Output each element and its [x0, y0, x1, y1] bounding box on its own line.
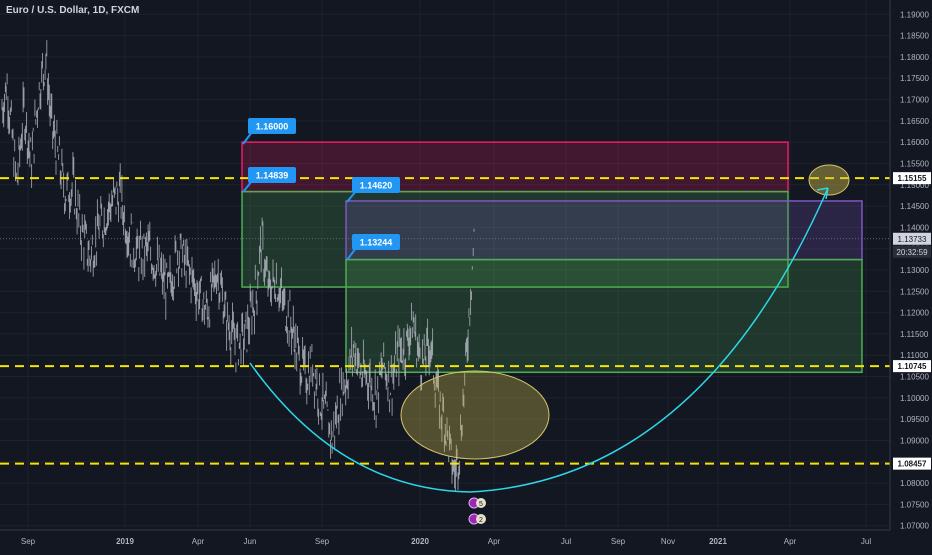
y-tick-label: 1.11000 — [900, 351, 929, 360]
red-zone[interactable] — [241, 141, 789, 193]
y-tick-label: 1.09500 — [900, 415, 929, 424]
x-tick-label: Apr — [784, 537, 797, 546]
event-badge[interactable]: 5 — [468, 497, 486, 509]
badge-count: 5 — [479, 501, 483, 508]
y-tick-label: 1.09000 — [900, 436, 929, 445]
price-chart[interactable]: 1.16000 1.14839 1.14620 1.13244 5 2 1.19000 1.… — [0, 0, 932, 550]
y-tick-label: 1.14000 — [900, 223, 929, 232]
symbol-title: Euro / U.S. Dollar, 1D, FXCM — [6, 5, 140, 16]
x-tick-label: 2019 — [116, 537, 134, 546]
y-tick-label: 1.14500 — [900, 202, 929, 211]
y-tick-label: 1.08000 — [900, 479, 929, 488]
target-ellipse[interactable] — [808, 164, 850, 196]
y-tick-label: 1.16000 — [900, 138, 929, 147]
y-tick-label: 1.19000 — [900, 10, 929, 19]
callout-text: 1.14839 — [256, 171, 289, 181]
x-tick-label: Sep — [21, 537, 36, 546]
y-tick-label: 1.17500 — [900, 74, 929, 83]
event-badge[interactable]: 2 — [468, 513, 486, 525]
y-tick-label: 1.07500 — [900, 500, 929, 509]
green-zone-2[interactable] — [345, 258, 863, 374]
x-tick-label: 2020 — [411, 537, 429, 546]
price-label-callout[interactable]: 1.16000 — [242, 118, 296, 145]
x-tick-label: Sep — [611, 537, 626, 546]
x-tick-label: Jul — [561, 537, 571, 546]
callout-text: 1.14620 — [360, 181, 393, 191]
y-tick-label: 1.13000 — [900, 266, 929, 275]
level-tag-text: 1.08457 — [898, 460, 927, 469]
y-tick-label: 1.11500 — [900, 330, 929, 339]
y-tick-label: 1.07000 — [900, 522, 929, 531]
y-tick-label: 1.18500 — [900, 32, 929, 41]
level-tag-text: 1.15155 — [898, 174, 927, 183]
y-tick-label: 1.10000 — [900, 394, 929, 403]
y-tick-label: 1.17000 — [900, 96, 929, 105]
y-tick-label: 1.18000 — [900, 53, 929, 62]
x-tick-label: Nov — [661, 537, 675, 546]
y-tick-label: 1.12500 — [900, 287, 929, 296]
x-tick-label: Apr — [192, 537, 205, 546]
x-tick-label: 2021 — [709, 537, 727, 546]
chart-area[interactable]: 1.16000 1.14839 1.14620 1.13244 5 2 1.19000 1.… — [0, 0, 932, 550]
y-tick-label: 1.16500 — [900, 117, 929, 126]
highlight-ellipse[interactable] — [400, 370, 550, 460]
callout-text: 1.13244 — [360, 238, 393, 248]
level-tag-text: 1.10745 — [898, 362, 927, 371]
callout-text: 1.16000 — [256, 122, 289, 132]
x-tick-label: Apr — [488, 537, 501, 546]
y-tick-label: 1.15500 — [900, 159, 929, 168]
y-tick-label: 1.12000 — [900, 309, 929, 318]
badge-count: 2 — [479, 517, 483, 524]
x-tick-label: Sep — [315, 537, 330, 546]
y-tick-label: 1.10500 — [900, 373, 929, 382]
purple-zone[interactable] — [345, 200, 863, 261]
x-tick-label: Jul — [861, 537, 871, 546]
x-tick-label: Jun — [244, 537, 257, 546]
countdown-text: 20:32:59 — [896, 248, 928, 257]
last-price-text: 1.13733 — [898, 235, 927, 244]
